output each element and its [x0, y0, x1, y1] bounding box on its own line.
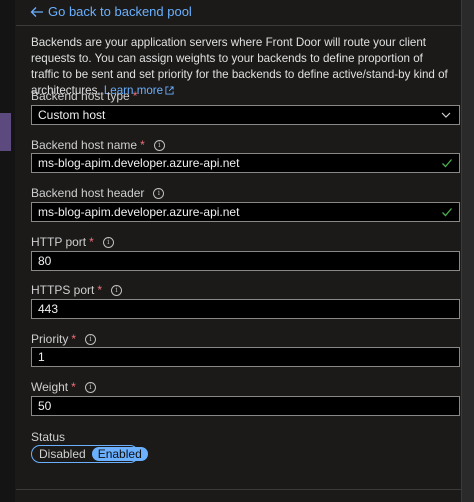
- info-icon[interactable]: i: [153, 187, 165, 199]
- http-port-label: HTTP port * i: [31, 235, 114, 249]
- left-gutter: [0, 0, 15, 502]
- intro-description: Backends are your application servers wh…: [31, 36, 448, 97]
- info-icon[interactable]: i: [102, 236, 114, 248]
- info-icon[interactable]: i: [111, 284, 123, 296]
- chevron-down-icon: [441, 112, 451, 118]
- https-port-value: 443: [38, 302, 59, 316]
- priority-label: Priority * i: [31, 332, 97, 346]
- http-port-input[interactable]: 80: [31, 251, 460, 271]
- host-header-value: ms-blog-apim.developer.azure-api.net: [38, 205, 240, 219]
- https-port-input[interactable]: 443: [31, 299, 460, 319]
- host-name-input[interactable]: ms-blog-apim.developer.azure-api.net: [31, 153, 460, 173]
- status-label: Status: [31, 430, 66, 444]
- status-toggle[interactable]: Disabled Enabled: [31, 445, 148, 463]
- weight-label: Weight * i: [31, 380, 96, 394]
- host-type-dropdown[interactable]: Custom host: [31, 105, 460, 125]
- status-option-enabled[interactable]: Enabled: [91, 447, 148, 461]
- host-header-label: Backend host header i: [31, 186, 165, 200]
- host-name-label: Backend host name * i: [31, 138, 165, 152]
- http-port-value: 80: [38, 254, 52, 268]
- scrollbar-track[interactable]: [461, 0, 474, 502]
- divider: [16, 489, 461, 490]
- checkmark-icon: [442, 159, 452, 168]
- weight-input[interactable]: 50: [31, 396, 460, 416]
- status-option-disabled[interactable]: Disabled: [33, 447, 92, 461]
- external-link-icon: [165, 86, 174, 95]
- host-type-label: Backend host type *: [31, 89, 138, 103]
- divider: [16, 25, 461, 26]
- back-link-label: Go back to backend pool: [48, 4, 192, 19]
- priority-value: 1: [38, 350, 45, 364]
- info-icon[interactable]: i: [85, 333, 97, 345]
- arrow-left-icon: [30, 6, 43, 17]
- info-icon[interactable]: i: [84, 381, 96, 393]
- info-icon[interactable]: i: [153, 139, 165, 151]
- host-name-value: ms-blog-apim.developer.azure-api.net: [38, 156, 240, 170]
- host-type-value: Custom host: [38, 108, 106, 122]
- left-selection-accent: [0, 113, 11, 151]
- back-to-backend-pool-link[interactable]: Go back to backend pool: [30, 4, 192, 19]
- https-port-label: HTTPS port * i: [31, 283, 123, 297]
- weight-value: 50: [38, 399, 52, 413]
- checkmark-icon: [442, 208, 452, 217]
- host-header-input[interactable]: ms-blog-apim.developer.azure-api.net: [31, 202, 460, 222]
- priority-input[interactable]: 1: [31, 347, 460, 367]
